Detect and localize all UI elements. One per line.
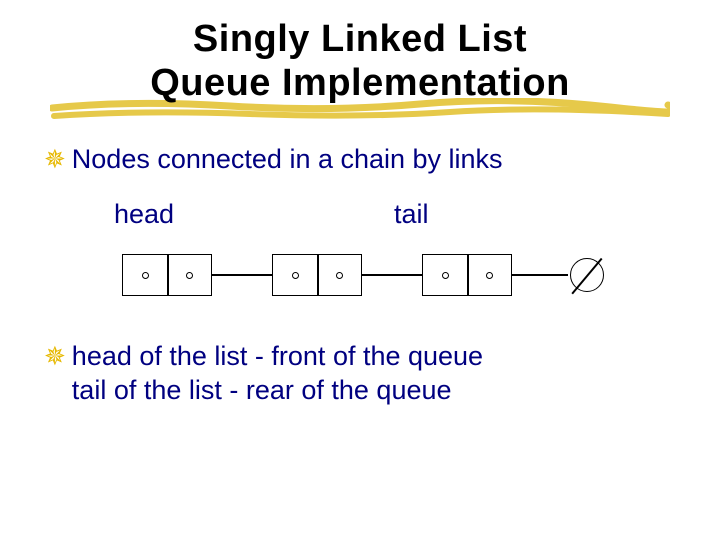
dot-icon xyxy=(292,272,299,279)
bullet-1-text: Nodes connected in a chain by links xyxy=(72,143,503,177)
node-next-cell xyxy=(467,255,511,295)
bullet-2-line-1: head of the list - front of the queue xyxy=(72,341,483,371)
link-arrow xyxy=(212,274,272,276)
bullet-1: ✵ Nodes connected in a chain by links xyxy=(44,143,676,177)
list-node xyxy=(272,254,362,296)
dingbat-bullet-icon: ✵ xyxy=(44,340,66,374)
title-line-1: Singly Linked List xyxy=(0,18,720,62)
node-data-cell xyxy=(273,255,317,295)
node-data-cell xyxy=(423,255,467,295)
link-arrow xyxy=(362,274,422,276)
linked-list-diagram xyxy=(122,240,676,320)
dot-icon xyxy=(486,272,493,279)
diagram-labels: head tail xyxy=(114,199,676,230)
slide-content: ✵ Nodes connected in a chain by links he… xyxy=(0,105,720,407)
node-next-cell xyxy=(317,255,361,295)
null-terminator-icon xyxy=(568,256,608,296)
node-next-cell xyxy=(167,255,211,295)
list-node xyxy=(422,254,512,296)
dot-icon xyxy=(142,272,149,279)
node-data-cell xyxy=(123,255,167,295)
bullet-2-line-2: tail of the list - rear of the queue xyxy=(72,375,452,405)
dot-icon xyxy=(336,272,343,279)
dot-icon xyxy=(442,272,449,279)
dot-icon xyxy=(186,272,193,279)
label-tail: tail xyxy=(394,199,429,230)
link-arrow xyxy=(512,274,568,276)
title-line-2: Queue Implementation xyxy=(0,62,720,106)
label-head: head xyxy=(114,199,394,230)
dingbat-bullet-icon: ✵ xyxy=(44,143,66,177)
list-node xyxy=(122,254,212,296)
bullet-2: ✵ head of the list - front of the queue … xyxy=(44,340,676,408)
bullet-2-text: head of the list - front of the queue ta… xyxy=(72,340,483,408)
slide-title-block: Singly Linked List Queue Implementation xyxy=(0,0,720,105)
